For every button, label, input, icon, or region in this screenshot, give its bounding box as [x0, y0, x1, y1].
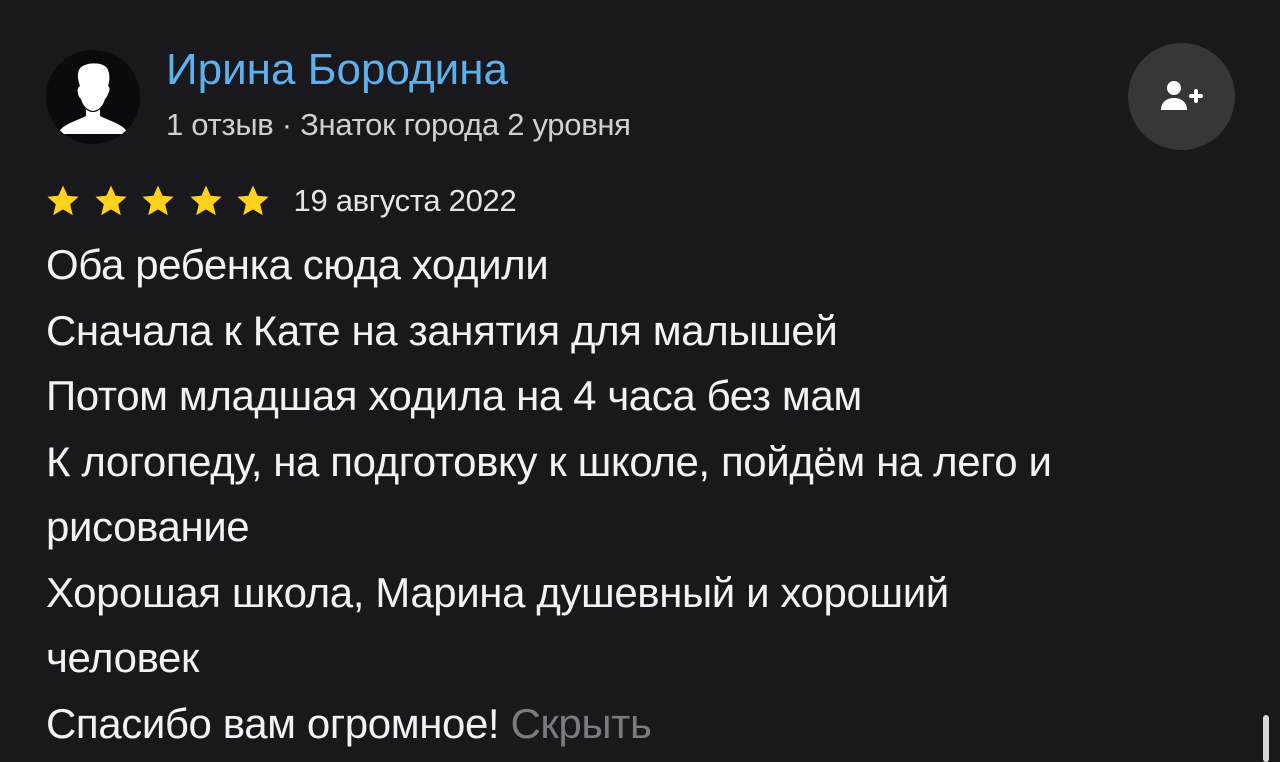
star-icon	[47, 185, 79, 216]
review-text-last-line: Спасибо вам огромное! Скрыть	[46, 691, 1236, 757]
review-text-line: Потом младшая ходила на 4 часа без мам	[46, 372, 862, 419]
star-icon	[189, 185, 222, 216]
star-icon	[94, 185, 127, 216]
add-user-icon	[1160, 80, 1203, 110]
review-text: Оба ребенка сюда ходили Сначала к Кате н…	[46, 232, 1236, 756]
review-text-line: Оба ребенка сюда ходили	[46, 241, 549, 288]
review-date: 19 августа 2022	[293, 183, 517, 218]
hide-link[interactable]: Скрыть	[510, 700, 651, 747]
review-text-line: рисование	[46, 503, 250, 550]
star-icon	[142, 185, 174, 216]
subscribe-button[interactable]	[1128, 43, 1235, 150]
user-silhouette-icon	[46, 50, 140, 144]
star-icon	[237, 185, 269, 216]
star-rating	[46, 184, 284, 218]
rating-row: 19 августа 2022	[46, 178, 517, 224]
review-text-line: Сначала к Кате на занятия для малышей	[46, 306, 838, 354]
review-text-line: Спасибо вам огромное!	[46, 699, 500, 747]
review-card: Ирина Бородина 1 отзыв · Знаток города 2…	[0, 0, 1280, 762]
review-text-line: человек	[46, 634, 199, 681]
review-text-line: Хорошая школа, Марина душевный и хороший	[46, 568, 949, 616]
review-text-line: К логопеду, на подготовку к школе, пойдё…	[46, 437, 1052, 485]
avatar[interactable]	[46, 50, 140, 144]
author-meta: 1 отзыв · Знаток города 2 уровня	[166, 107, 631, 142]
author-name[interactable]: Ирина Бородина	[166, 44, 508, 96]
scrollbar-thumb[interactable]	[1263, 715, 1269, 762]
